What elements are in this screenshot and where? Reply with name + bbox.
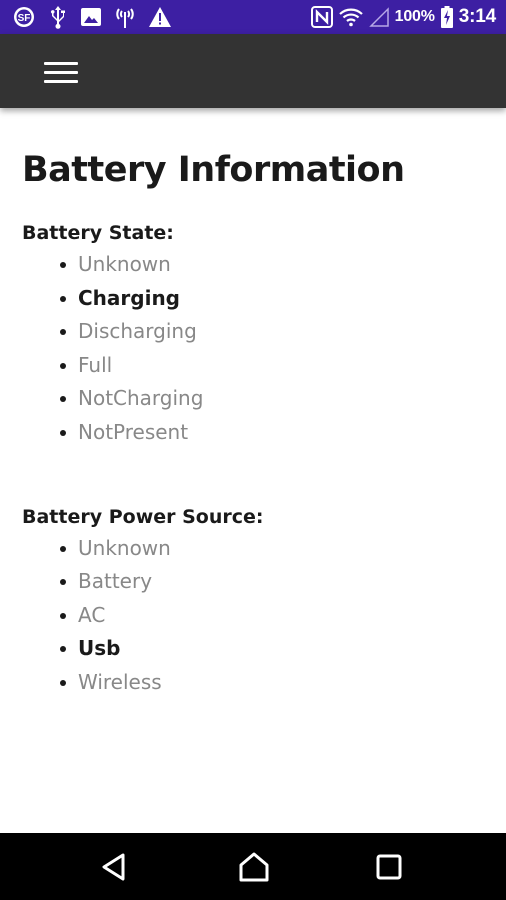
main-content: Battery Information Battery State: Unkno…	[22, 108, 492, 700]
svg-text:SF: SF	[18, 13, 31, 24]
battery-charging-icon	[440, 6, 453, 28]
warning-icon	[148, 6, 172, 28]
clock: 3:14	[458, 6, 496, 27]
recents-icon[interactable]	[371, 849, 407, 885]
cellular-signal-icon	[368, 7, 389, 27]
menu-bar-line	[44, 70, 78, 74]
battery-state-list: Unknown Charging Discharging Full NotCha…	[22, 248, 492, 450]
back-icon[interactable]	[96, 849, 132, 885]
wifi-icon	[338, 7, 363, 27]
power-source-option: AC	[58, 599, 492, 633]
power-source-option: Wireless	[58, 666, 492, 700]
image-icon	[80, 6, 102, 28]
battery-state-option: Discharging	[58, 315, 492, 349]
battery-state-option: NotCharging	[58, 382, 492, 416]
battery-state-option: Full	[58, 349, 492, 383]
battery-state-option: Unknown	[58, 248, 492, 282]
power-source-label: Battery Power Source:	[22, 505, 264, 528]
notification-icons: SF	[12, 0, 172, 34]
menu-bar-line	[44, 61, 78, 65]
battery-state-label: Battery State:	[22, 222, 174, 244]
system-status-icons: 100% 3:14	[310, 0, 496, 34]
home-icon[interactable]	[236, 849, 272, 885]
usb-icon	[49, 5, 67, 29]
page-title: Battery Information	[22, 150, 405, 190]
battery-state-option: NotPresent	[58, 416, 492, 450]
battery-state-option: Charging	[58, 282, 492, 316]
nfc-icon	[310, 6, 333, 28]
power-source-option: Unknown	[58, 532, 492, 566]
status-bar: SF 100% 3:14	[0, 0, 506, 34]
power-source-option: Battery	[58, 565, 492, 599]
signal-tower-icon	[115, 5, 135, 29]
navigation-bar	[0, 833, 506, 900]
battery-percent: 100%	[394, 8, 435, 25]
app-bar	[0, 34, 506, 108]
power-source-option: Usb	[58, 632, 492, 666]
hamburger-menu-icon[interactable]	[36, 54, 86, 90]
power-source-list: Unknown Battery AC Usb Wireless	[22, 532, 492, 700]
menu-bar-line	[44, 79, 78, 83]
sf-app-icon: SF	[12, 5, 36, 29]
